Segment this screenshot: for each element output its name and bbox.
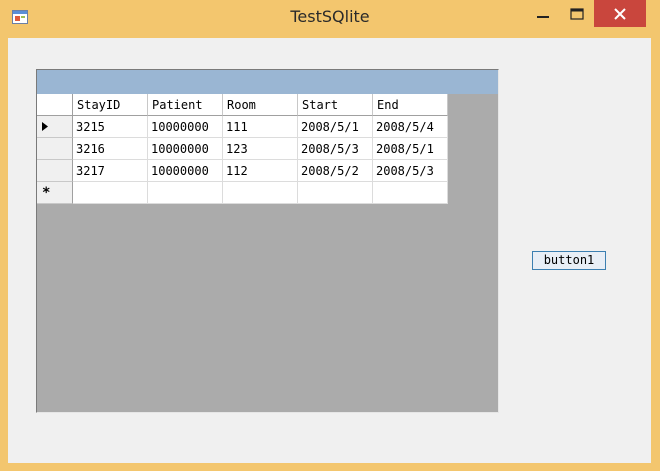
grid-caption-bar: [37, 70, 498, 94]
column-header-start[interactable]: Start: [298, 94, 373, 116]
cell-room[interactable]: 123: [223, 138, 298, 160]
row-header[interactable]: *: [37, 182, 73, 204]
table-row[interactable]: 3216 10000000 123 2008/5/3 2008/5/1: [37, 138, 448, 160]
cell-room[interactable]: 111: [223, 116, 298, 138]
title-bar[interactable]: TestSQlite: [0, 0, 660, 36]
cell-patient[interactable]: 10000000: [148, 160, 223, 182]
close-icon: [614, 7, 626, 20]
table-row[interactable]: 3217 10000000 112 2008/5/2 2008/5/3: [37, 160, 448, 182]
current-row-arrow-icon: [42, 122, 48, 131]
cell-patient[interactable]: 10000000: [148, 138, 223, 160]
app-window: TestSQlite StayID Patient Room Start End…: [0, 0, 660, 471]
column-header-end[interactable]: End: [373, 94, 448, 116]
maximize-icon: [570, 7, 584, 20]
new-cell-start[interactable]: [298, 182, 373, 204]
grid-header-row: StayID Patient Room Start End: [37, 94, 448, 116]
maximize-button[interactable]: [560, 0, 594, 27]
table-row[interactable]: 3215 10000000 111 2008/5/1 2008/5/4: [37, 116, 448, 138]
new-cell-end[interactable]: [373, 182, 448, 204]
row-header[interactable]: [37, 160, 73, 182]
cell-start[interactable]: 2008/5/3: [298, 138, 373, 160]
cell-start[interactable]: 2008/5/2: [298, 160, 373, 182]
column-header-patient[interactable]: Patient: [148, 94, 223, 116]
cell-end[interactable]: 2008/5/3: [373, 160, 448, 182]
cell-stayid[interactable]: 3215: [73, 116, 148, 138]
row-header[interactable]: [37, 116, 73, 138]
cell-stayid[interactable]: 3217: [73, 160, 148, 182]
data-grid-view[interactable]: StayID Patient Room Start End 3215 10000…: [36, 69, 499, 413]
top-left-header-cell[interactable]: [37, 94, 73, 116]
new-cell-patient[interactable]: [148, 182, 223, 204]
cell-end[interactable]: 2008/5/4: [373, 116, 448, 138]
close-button[interactable]: [594, 0, 646, 27]
column-header-stayid[interactable]: StayID: [73, 94, 148, 116]
row-header[interactable]: [37, 138, 73, 160]
new-row[interactable]: *: [37, 182, 448, 204]
column-header-room[interactable]: Room: [223, 94, 298, 116]
cell-room[interactable]: 112: [223, 160, 298, 182]
cell-start[interactable]: 2008/5/1: [298, 116, 373, 138]
cell-stayid[interactable]: 3216: [73, 138, 148, 160]
cell-end[interactable]: 2008/5/1: [373, 138, 448, 160]
new-row-marker: *: [42, 184, 51, 201]
minimize-icon: [537, 15, 549, 18]
new-cell-room[interactable]: [223, 182, 298, 204]
cell-patient[interactable]: 10000000: [148, 116, 223, 138]
new-cell-stayid[interactable]: [73, 182, 148, 204]
minimize-button[interactable]: [526, 0, 560, 27]
button1-button[interactable]: button1: [532, 251, 606, 270]
